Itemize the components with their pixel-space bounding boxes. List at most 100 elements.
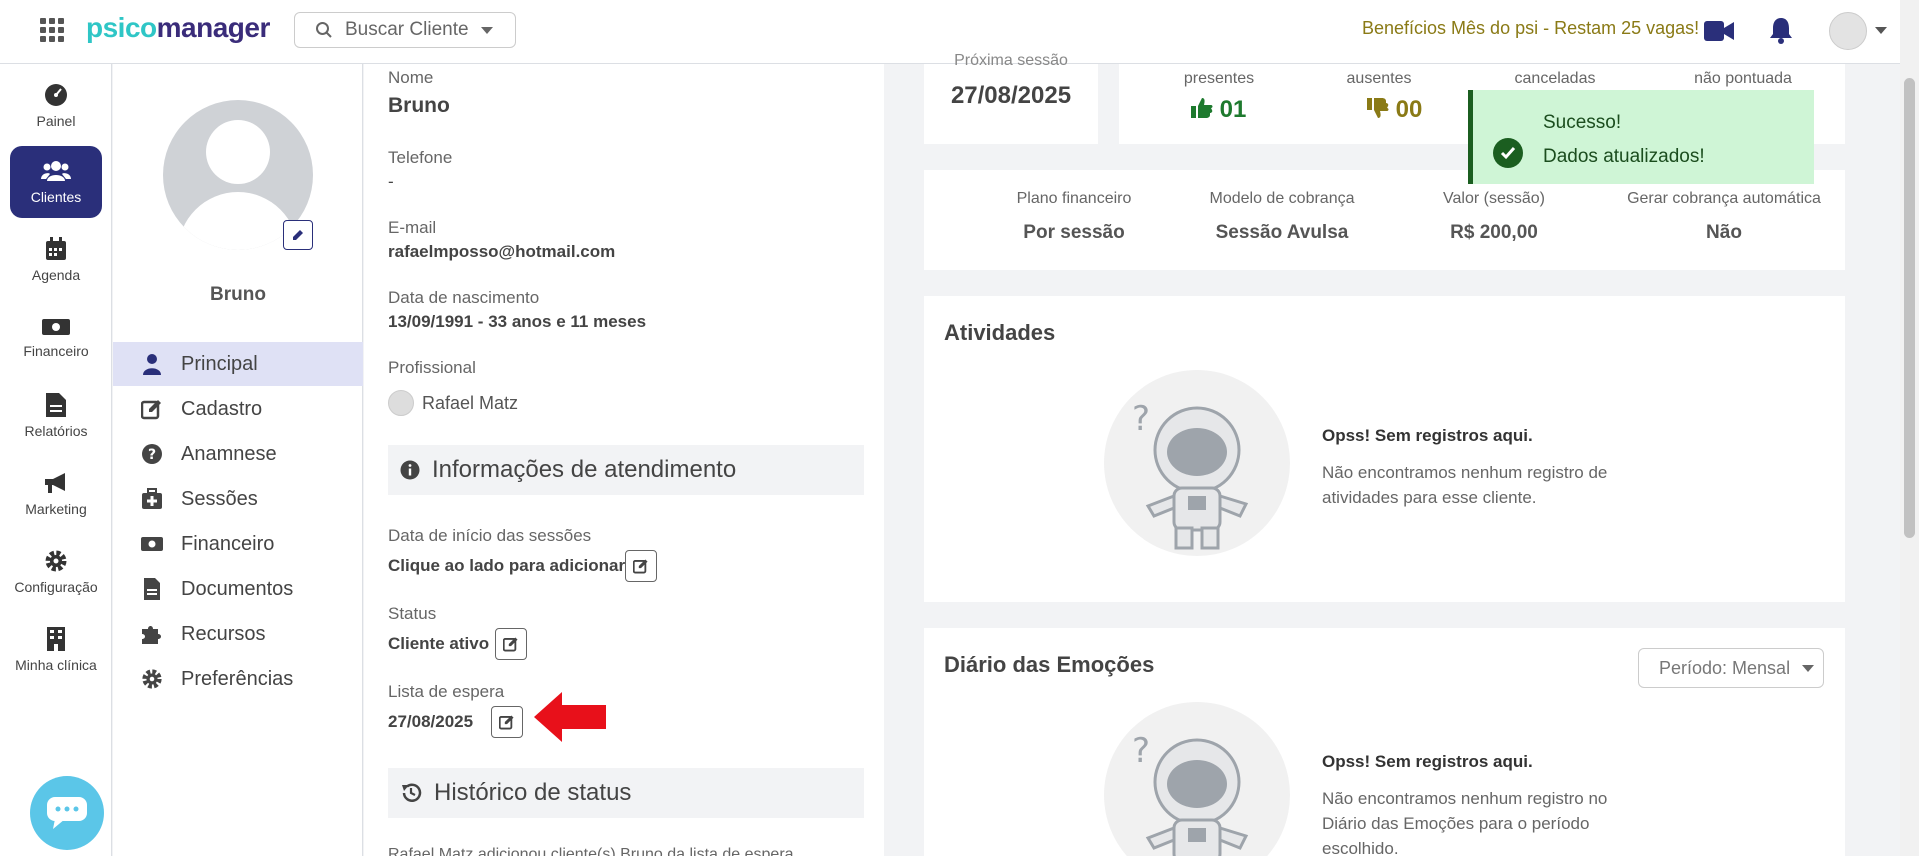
nav-relatorios[interactable]: Relatórios: [10, 380, 102, 452]
menu-recursos[interactable]: Recursos: [113, 612, 363, 656]
astronaut-illustration: ?: [1104, 370, 1290, 556]
nav-label: Relatórios: [24, 423, 88, 439]
nav-clientes[interactable]: Clientes: [10, 146, 102, 218]
question-icon: ?: [142, 444, 162, 464]
toast-title: Sucesso!: [1543, 112, 1622, 133]
toast-message: Dados atualizados!: [1543, 146, 1705, 167]
nav-agenda[interactable]: Agenda: [10, 224, 102, 296]
thumbs-up-icon: [1191, 98, 1213, 118]
menu-label: Principal: [181, 352, 258, 375]
atendimento-section-title: Informações de atendimento: [388, 445, 864, 495]
menu-documentos[interactable]: Documentos: [113, 567, 363, 611]
calendar-icon: [46, 237, 66, 260]
valor-value: R$ 200,00: [1450, 222, 1538, 243]
auto-value: Não: [1706, 222, 1742, 243]
menu-label: Anamnese: [181, 442, 277, 465]
app-logo[interactable]: psicomanager: [86, 12, 270, 44]
nav-label: Financeiro: [23, 343, 89, 359]
menu-cadastro[interactable]: Cadastro: [113, 387, 363, 431]
check-circle-icon: [1493, 138, 1523, 168]
dashboard-icon: [45, 84, 67, 106]
menu-label: Recursos: [181, 622, 266, 645]
gear-icon: [45, 550, 67, 572]
page-scrollbar[interactable]: [1900, 0, 1919, 856]
apps-grid-icon[interactable]: [40, 18, 64, 42]
money-icon: [42, 319, 70, 335]
period-select[interactable]: Período: Mensal: [1638, 648, 1824, 688]
status-label: Status: [388, 604, 437, 623]
svg-text:?: ?: [1132, 399, 1150, 439]
finance-summary-card: Plano financeiro Por sessão Modelo de co…: [924, 170, 1845, 270]
proxima-label: Próxima sessão: [954, 52, 1068, 69]
success-toast[interactable]: Sucesso! Dados atualizados!: [1468, 90, 1814, 184]
client-details: Nome Bruno Telefone - E-mail rafaelmposs…: [364, 64, 884, 856]
telefone-value: -: [388, 172, 394, 191]
video-icon[interactable]: [1704, 20, 1734, 42]
nascimento-value: 13/09/1991 - 33 anos e 11 meses: [388, 312, 647, 331]
menu-preferencias[interactable]: Preferências: [113, 657, 363, 701]
modelo-label: Modelo de cobrança: [1209, 190, 1355, 207]
gear-icon: [142, 669, 162, 689]
menu-financeiro[interactable]: Financeiro: [113, 522, 363, 566]
svg-text:?: ?: [1132, 731, 1150, 771]
menu-anamnese[interactable]: ? Anamnese: [113, 432, 363, 476]
nome-value: Bruno: [388, 94, 450, 117]
ausentes-count: 00: [1395, 96, 1423, 123]
chat-support-button[interactable]: [30, 776, 104, 850]
edit-espera-button[interactable]: [491, 706, 523, 738]
logo-text-2: manager: [156, 12, 271, 43]
next-session-card: Próxima sessão 27/08/2025: [924, 52, 1098, 144]
menu-sessoes[interactable]: Sessões: [113, 477, 363, 521]
search-placeholder: Buscar Cliente: [345, 19, 469, 40]
nav-financeiro[interactable]: Financeiro: [10, 302, 102, 374]
edit-inicio-button[interactable]: [625, 550, 657, 582]
building-icon: [47, 627, 65, 651]
scrollbar-thumb[interactable]: [1904, 78, 1915, 538]
user-avatar[interactable]: [1829, 12, 1867, 50]
edit-icon: [141, 400, 161, 420]
svg-text:?: ?: [148, 447, 156, 463]
professional-avatar: [388, 390, 414, 416]
file-icon: [144, 578, 160, 600]
profissional-label: Profissional: [388, 358, 476, 377]
nav-label: Painel: [36, 113, 76, 129]
nav-marketing[interactable]: Marketing: [10, 458, 102, 530]
chat-icon: [47, 797, 87, 829]
menu-label: Documentos: [181, 577, 294, 600]
historico-section-title: Histórico de status: [388, 768, 864, 818]
diario-title: Diário das Emoções: [944, 652, 1155, 677]
nav-label: Configuração: [14, 579, 98, 595]
nav-label: Marketing: [25, 501, 87, 517]
plano-label: Plano financeiro: [1016, 190, 1132, 207]
nav-minha-clinica[interactable]: Minha clínica: [10, 614, 102, 686]
edit-icon: [499, 715, 514, 730]
status-value: Cliente ativo: [388, 634, 490, 653]
canceladas-label: canceladas: [1514, 70, 1596, 87]
chevron-down-icon[interactable]: [1875, 27, 1887, 34]
money-icon: [141, 537, 163, 551]
nav-configuracao[interactable]: Configuração: [10, 536, 102, 608]
menu-label: Financeiro: [181, 532, 275, 555]
auto-label: Gerar cobrança automática: [1627, 190, 1821, 207]
edit-status-button[interactable]: [495, 628, 527, 660]
promo-link[interactable]: Benefícios Mês do psi - Restam 25 vagas!: [1362, 18, 1699, 39]
chevron-down-icon: [1802, 664, 1815, 672]
atividades-title: Atividades: [944, 320, 1056, 345]
info-icon: [400, 460, 420, 480]
annotation-arrow-icon: [534, 692, 606, 742]
nao-pontuada-label: não pontuada: [1694, 70, 1792, 87]
menu-principal[interactable]: Principal: [113, 342, 363, 386]
search-client-select[interactable]: Buscar Cliente: [294, 12, 516, 48]
proxima-value: 27/08/2025: [950, 82, 1072, 109]
edit-icon: [633, 559, 648, 574]
presentes-count: 01: [1219, 96, 1247, 123]
medkit-icon: [142, 488, 162, 509]
edit-avatar-button[interactable]: [283, 220, 313, 250]
nav-painel[interactable]: Painel: [10, 70, 102, 142]
inicio-value: Clique ao lado para adicionar: [388, 556, 626, 575]
bell-icon[interactable]: [1768, 16, 1794, 44]
telefone-label: Telefone: [388, 148, 453, 167]
nav-label: Clientes: [30, 189, 82, 205]
client-profile-menu: Bruno Principal Cadastro ? Anamnese Sess…: [113, 64, 363, 856]
email-label: E-mail: [388, 218, 437, 237]
